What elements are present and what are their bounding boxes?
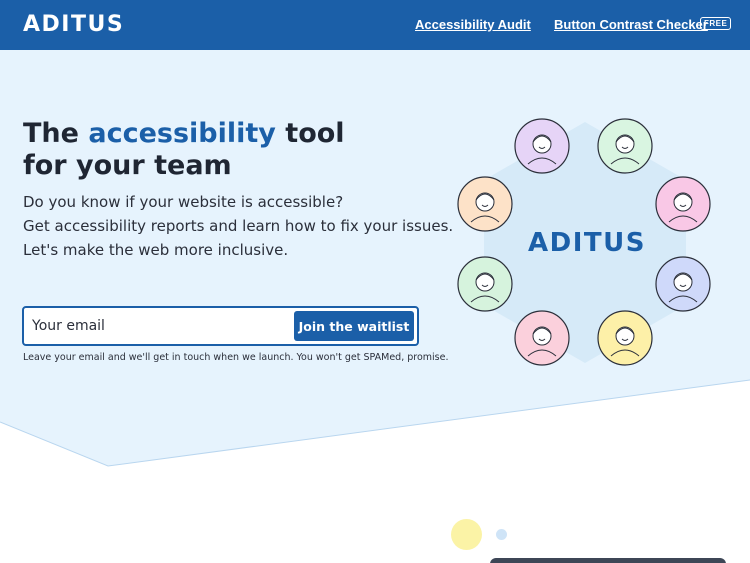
decorative-bubble-blue: [496, 529, 507, 540]
headline-pre: The: [23, 118, 89, 149]
headline-line2: for your team: [23, 150, 232, 181]
hat-man-avatar: [655, 256, 711, 312]
cap-boy-avatar: [597, 310, 653, 366]
site-header: ADITUS Accessibility Audit Button Contra…: [0, 0, 750, 50]
join-waitlist-button[interactable]: Join the waitlist: [294, 311, 414, 341]
subtext-line: Do you know if your website is accessibl…: [23, 193, 344, 211]
nav-accessibility-audit[interactable]: Accessibility Audit: [415, 17, 531, 32]
bangs-woman-avatar: [457, 176, 513, 232]
aditus-logo[interactable]: ADITUS: [23, 12, 124, 37]
decorative-bubble-yellow: [451, 519, 482, 550]
headline-post: tool: [275, 118, 345, 149]
waitlist-note: Leave your email and we'll get in touch …: [23, 352, 449, 363]
headline-accent: accessibility: [88, 118, 276, 149]
cluster-aditus-logo: ADITUS: [528, 228, 646, 258]
waitlist-form: Join the waitlist: [22, 306, 419, 346]
hero-headline: The accessibility tool for your team: [23, 118, 345, 182]
girl-buns-avatar: [597, 118, 653, 174]
graduate-avatar: [655, 176, 711, 232]
bearded-elder-avatar: [514, 118, 570, 174]
free-badge: FREE: [700, 17, 732, 30]
woman-avatar: [514, 310, 570, 366]
nav-button-contrast-checker[interactable]: Button Contrast Checker: [554, 17, 708, 32]
hero-subtext: Do you know if your website is accessibl…: [23, 190, 453, 262]
subtext-line: Get accessibility reports and learn how …: [23, 217, 454, 235]
glasses-man-avatar: [457, 256, 513, 312]
email-input[interactable]: [32, 314, 292, 338]
subtext-line: Let's make the web more inclusive.: [23, 241, 289, 259]
preview-card-edge: [490, 558, 726, 563]
